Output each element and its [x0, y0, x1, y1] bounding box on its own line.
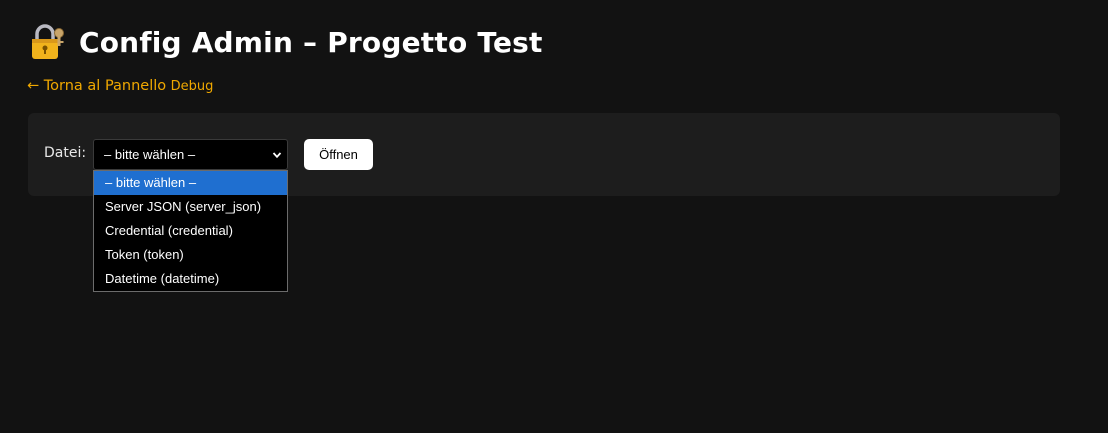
file-select-value: – bitte wählen –: [104, 147, 196, 162]
page: Config Admin – Progetto Test ← Torna al …: [0, 0, 1108, 433]
back-link-text: ← Torna al Pannello: [27, 78, 167, 94]
dropdown-option[interactable]: Token (token): [94, 243, 287, 267]
file-select[interactable]: – bitte wählen –: [93, 139, 288, 170]
file-select-dropdown: – bitte wählen – Server JSON (server_jso…: [93, 170, 288, 292]
back-to-panel-link[interactable]: ← Torna al Pannello Debug: [27, 78, 213, 94]
lock-with-key-icon: [32, 24, 64, 59]
open-button[interactable]: Öffnen: [304, 139, 373, 170]
dropdown-option[interactable]: Server JSON (server_json): [94, 195, 287, 219]
file-label: Datei:: [44, 145, 87, 161]
page-title: Config Admin – Progetto Test: [79, 25, 543, 59]
dropdown-option[interactable]: Datetime (datetime): [94, 267, 287, 291]
dropdown-option[interactable]: – bitte wählen –: [94, 171, 287, 195]
back-link-suffix: Debug: [170, 79, 214, 94]
chevron-down-icon: [272, 152, 282, 159]
title-row: Config Admin – Progetto Test: [31, 24, 543, 60]
dropdown-option[interactable]: Credential (credential): [94, 219, 287, 243]
